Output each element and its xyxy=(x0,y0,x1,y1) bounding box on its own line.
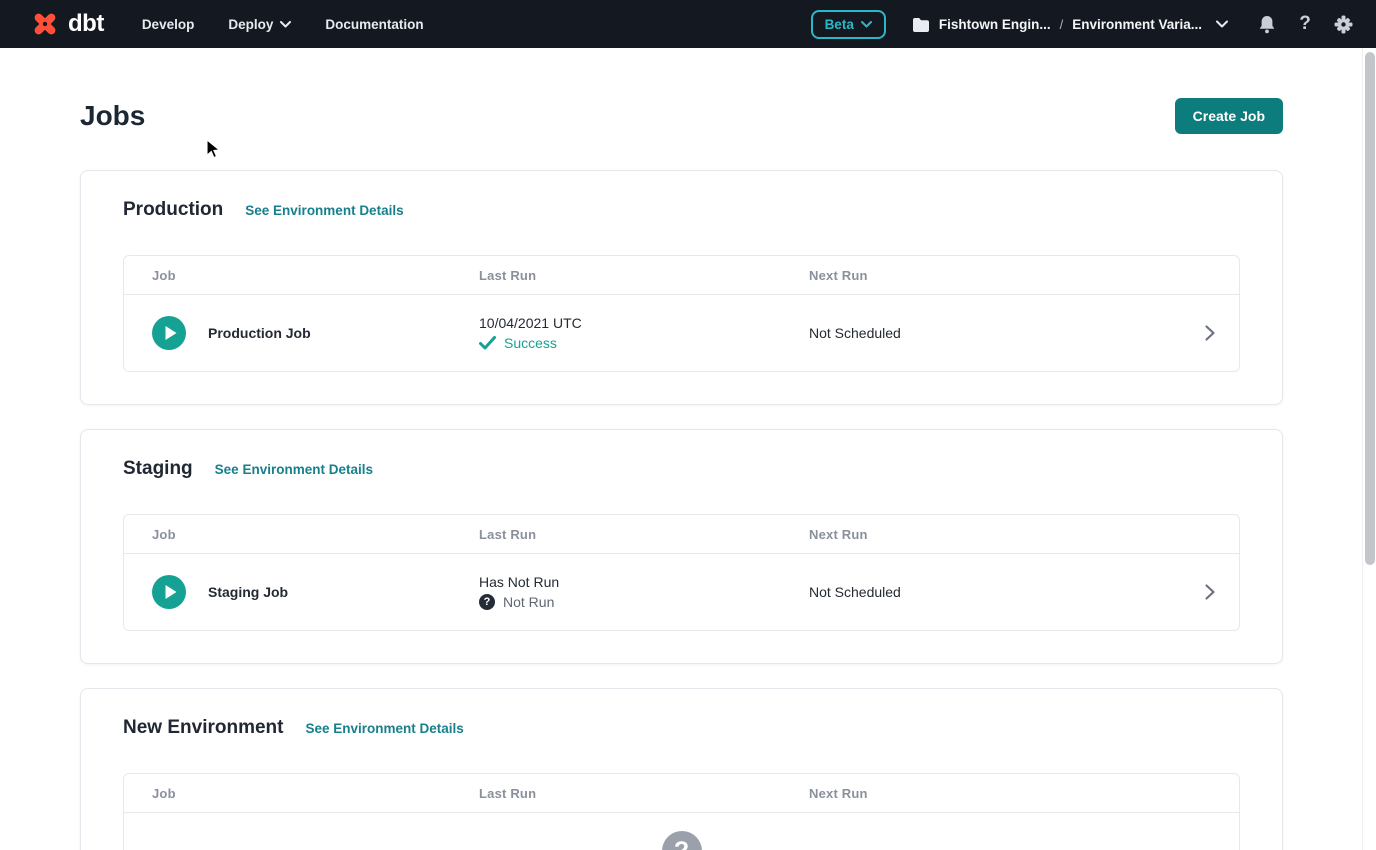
jobs-page: Jobs Create Job Production See Environme… xyxy=(0,98,1376,850)
nav-item-develop[interactable]: Develop xyxy=(142,17,195,32)
environment-name: New Environment xyxy=(123,717,283,739)
see-environment-details-link[interactable]: See Environment Details xyxy=(305,721,463,736)
environment-name: Staging xyxy=(123,458,193,480)
primary-nav: Develop Deploy Documentation xyxy=(142,17,424,32)
job-name: Production Job xyxy=(208,325,311,341)
play-icon xyxy=(152,316,186,350)
column-header-next-run: Next Run xyxy=(809,527,1181,542)
column-header-next-run: Next Run xyxy=(809,786,1181,801)
chevron-down-icon xyxy=(861,21,872,28)
dbt-logo[interactable]: dbt xyxy=(28,7,104,41)
gear-icon xyxy=(1334,15,1353,34)
check-icon xyxy=(479,336,496,350)
job-row-staging[interactable]: Staging Job Has Not Run ? Not Run Not Sc… xyxy=(124,554,1239,630)
nav-item-documentation[interactable]: Documentation xyxy=(325,17,423,32)
column-header-next-run: Next Run xyxy=(809,268,1181,283)
job-row-production[interactable]: Production Job 10/04/2021 UTC Success No… xyxy=(124,295,1239,371)
column-header-last-run: Last Run xyxy=(479,268,809,283)
beta-dropdown[interactable]: Beta xyxy=(811,10,886,39)
column-header-last-run: Last Run xyxy=(479,786,809,801)
job-table-header: Job Last Run Next Run xyxy=(124,774,1239,813)
brand-text: dbt xyxy=(68,10,104,38)
nav-utility-icons: ? xyxy=(1256,12,1354,36)
chevron-down-icon[interactable] xyxy=(1216,20,1228,28)
play-icon xyxy=(152,575,186,609)
page-title: Jobs xyxy=(80,100,145,132)
top-nav: dbt Develop Deploy Documentation Beta xyxy=(0,0,1376,48)
breadcrumb: Fishtown Engin... / Environment Varia... xyxy=(912,17,1228,32)
settings-button[interactable] xyxy=(1332,12,1354,36)
question-circle-icon: ? xyxy=(662,831,702,850)
help-button[interactable]: ? xyxy=(1294,12,1316,36)
chevron-right-icon[interactable] xyxy=(1181,583,1239,601)
job-table-header: Job Last Run Next Run xyxy=(124,515,1239,554)
dbt-logo-icon xyxy=(28,7,62,41)
column-header-job: Job xyxy=(152,786,479,801)
status-badge: Success xyxy=(504,335,557,351)
column-header-job: Job xyxy=(152,268,479,283)
breadcrumb-separator: / xyxy=(1060,17,1064,32)
question-circle-icon: ? xyxy=(479,594,495,610)
bell-icon xyxy=(1258,15,1276,34)
scrollbar-track[interactable] xyxy=(1362,48,1376,850)
see-environment-details-link[interactable]: See Environment Details xyxy=(245,203,403,218)
question-icon: ? xyxy=(1299,13,1311,35)
last-run-date: 10/04/2021 UTC xyxy=(479,315,809,331)
nav-item-deploy[interactable]: Deploy xyxy=(228,17,291,32)
run-job-button[interactable] xyxy=(152,316,186,350)
empty-jobs-state: ? xyxy=(124,813,1239,850)
status-badge: Not Run xyxy=(503,594,554,610)
job-table: Job Last Run Next Run ? xyxy=(123,773,1240,850)
column-header-job: Job xyxy=(152,527,479,542)
chevron-right-icon[interactable] xyxy=(1181,324,1239,342)
column-header-last-run: Last Run xyxy=(479,527,809,542)
chevron-down-icon xyxy=(280,21,291,28)
next-run-value: Not Scheduled xyxy=(809,584,1181,600)
last-run-date: Has Not Run xyxy=(479,574,809,590)
job-table-header: Job Last Run Next Run xyxy=(124,256,1239,295)
folder-icon xyxy=(912,17,930,32)
job-table: Job Last Run Next Run Staging xyxy=(123,514,1240,631)
create-job-button[interactable]: Create Job xyxy=(1175,98,1283,134)
environment-name: Production xyxy=(123,199,223,221)
next-run-value: Not Scheduled xyxy=(809,325,1181,341)
environment-card-production: Production See Environment Details Job L… xyxy=(80,170,1283,405)
environment-card-staging: Staging See Environment Details Job Last… xyxy=(80,429,1283,664)
scrollbar-thumb[interactable] xyxy=(1365,52,1375,565)
job-name: Staging Job xyxy=(208,584,288,600)
run-job-button[interactable] xyxy=(152,575,186,609)
job-table: Job Last Run Next Run Producti xyxy=(123,255,1240,372)
breadcrumb-project[interactable]: Environment Varia... xyxy=(1072,17,1202,32)
see-environment-details-link[interactable]: See Environment Details xyxy=(215,462,373,477)
notifications-button[interactable] xyxy=(1256,12,1278,36)
environment-card-new-environment: New Environment See Environment Details … xyxy=(80,688,1283,850)
breadcrumb-account[interactable]: Fishtown Engin... xyxy=(939,17,1051,32)
